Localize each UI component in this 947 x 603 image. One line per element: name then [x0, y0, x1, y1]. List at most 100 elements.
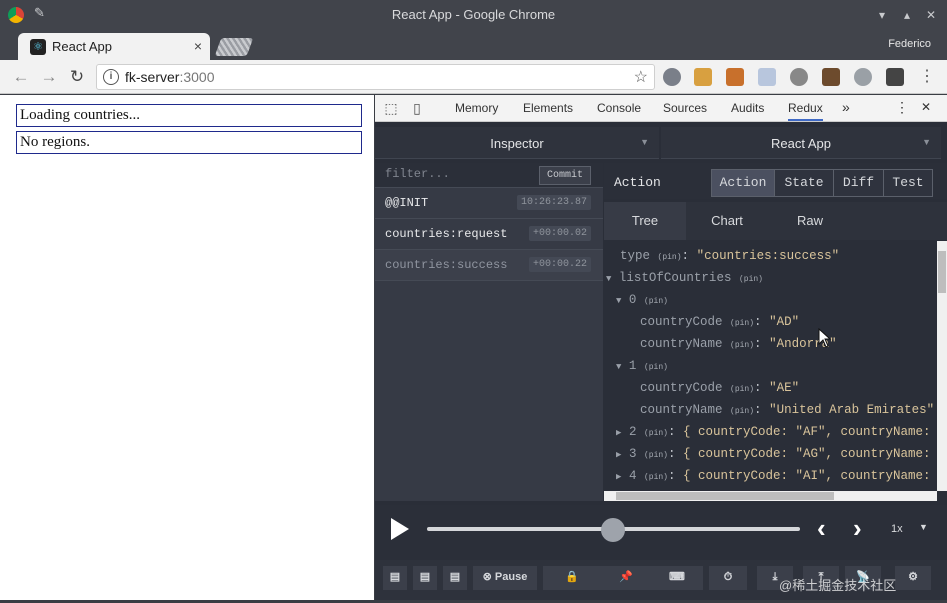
- instance-label: React App: [771, 136, 831, 151]
- tab-action[interactable]: Action: [711, 169, 775, 197]
- slider-monitor: ‹ › 1x ▼: [375, 505, 947, 560]
- tab-audits[interactable]: Audits: [731, 101, 764, 115]
- speed-select[interactable]: 1x ▼: [883, 519, 935, 541]
- tree-row: type (pin): "countries:success": [620, 249, 840, 263]
- play-icon[interactable]: [391, 518, 409, 540]
- next-icon[interactable]: ›: [853, 513, 862, 544]
- tab-test[interactable]: Test: [883, 169, 933, 197]
- tree-row[interactable]: ▼ listOfCountries (pin): [606, 271, 763, 285]
- inspector-tabs: Action Action State Diff Test: [604, 163, 947, 199]
- loading-countries-select[interactable]: Loading countries...: [16, 104, 362, 127]
- chrome-menu-icon[interactable]: ⋮: [918, 68, 936, 86]
- tree-row[interactable]: ▼ 1 (pin): [616, 359, 668, 373]
- monitor-label: Inspector: [490, 136, 544, 151]
- horizontal-scrollbar[interactable]: [604, 491, 937, 501]
- list-item[interactable]: @@INIT 10:26:23.87: [375, 188, 603, 219]
- new-tab-button[interactable]: [214, 38, 254, 56]
- action-list: filter... Commit @@INIT 10:26:23.87 coun…: [375, 163, 603, 501]
- action-time: 10:26:23.87: [516, 195, 591, 210]
- back-arrow-icon[interactable]: ←: [10, 66, 32, 88]
- tab-react-app[interactable]: ⚛ React App ×: [18, 33, 210, 60]
- dispatcher-button[interactable]: ⌨: [651, 566, 703, 590]
- tab-sources[interactable]: Sources: [663, 101, 707, 115]
- tab-memory[interactable]: Memory: [455, 101, 498, 115]
- pause-label: Pause: [494, 571, 528, 583]
- device-toolbar-icon[interactable]: ▯: [409, 100, 425, 116]
- extension-camera-icon[interactable]: [854, 68, 872, 86]
- panel-label: Action: [614, 175, 661, 190]
- action-name: @@INIT: [385, 196, 429, 210]
- caret-right-icon: ▶: [616, 428, 622, 438]
- tree-row[interactable]: ▶ 4 (pin): { countryCode: "AI", countryN…: [616, 469, 937, 483]
- tab-elements[interactable]: Elements: [523, 101, 573, 115]
- tree-row[interactable]: ▶ 2 (pin): { countryCode: "AF", countryN…: [616, 425, 937, 439]
- more-tabs-icon[interactable]: »: [842, 99, 850, 115]
- tree-row: countryCode (pin): "AD": [640, 315, 800, 329]
- forward-arrow-icon[interactable]: →: [38, 66, 60, 88]
- extension-cors-icon[interactable]: [886, 68, 904, 86]
- pause-button[interactable]: ⊗ Pause: [473, 566, 537, 590]
- caret-right-icon: ▶: [616, 450, 622, 460]
- tab-strip: ⚛ React App × Federico: [0, 30, 947, 60]
- tab-state[interactable]: State: [774, 169, 834, 197]
- tab-raw[interactable]: Raw: [769, 202, 851, 240]
- bookmark-star-icon[interactable]: ☆: [634, 67, 648, 87]
- monitor-select[interactable]: Inspector ▼: [375, 127, 659, 159]
- log-monitor-icon[interactable]: ▤: [383, 566, 407, 590]
- pause-icon: ⊗: [482, 571, 492, 583]
- react-icon: ⚛: [30, 39, 46, 55]
- chevron-down-icon: ▼: [640, 137, 649, 147]
- minimize-button[interactable]: ▾: [873, 6, 891, 24]
- instance-select[interactable]: React App ▼: [661, 127, 941, 159]
- filter-bar: filter... Commit: [375, 163, 603, 188]
- commit-button[interactable]: Commit: [539, 166, 591, 185]
- extension-hand-icon[interactable]: [694, 68, 712, 86]
- tab-close-icon[interactable]: ×: [194, 38, 202, 54]
- persist-button[interactable]: 📌: [597, 566, 655, 590]
- action-time: +00:00.22: [528, 257, 591, 272]
- tab-chart[interactable]: Chart: [686, 202, 768, 240]
- vertical-scrollbar[interactable]: [937, 241, 947, 491]
- list-item[interactable]: countries:request +00:00.02: [375, 219, 603, 250]
- extension-picture-icon[interactable]: [822, 68, 840, 86]
- filter-input[interactable]: filter...: [385, 167, 450, 181]
- tree-row[interactable]: ▶ 3 (pin): { countryCode: "AG", countryN…: [616, 447, 937, 461]
- slider-toggle-button[interactable]: ⏱: [709, 566, 747, 590]
- previous-icon[interactable]: ‹: [817, 513, 826, 544]
- list-item[interactable]: countries:success +00:00.22: [375, 250, 603, 281]
- settings-gear-icon[interactable]: ⚙: [895, 566, 931, 590]
- timeline-handle[interactable]: [601, 518, 625, 542]
- browser-toolbar: ← → ↻ i fk-server:3000 ☆ ⋮: [0, 60, 947, 94]
- close-window-button[interactable]: ✕: [922, 6, 940, 24]
- profile-name[interactable]: Federico: [888, 38, 931, 50]
- chart-monitor-icon[interactable]: ▤: [443, 566, 467, 590]
- inspect-element-icon[interactable]: ⬚: [383, 100, 399, 116]
- caret-down-icon: ▼: [616, 296, 622, 306]
- tree-row: countryName (pin): "Andorra": [640, 337, 837, 351]
- extension-dropbox-icon[interactable]: [758, 68, 776, 86]
- speed-value: 1x: [891, 523, 903, 535]
- devtools-close-icon[interactable]: ✕: [921, 100, 931, 114]
- maximize-button[interactable]: ▴: [898, 6, 916, 24]
- tab-diff[interactable]: Diff: [833, 169, 884, 197]
- tab-tree[interactable]: Tree: [604, 202, 686, 240]
- reload-icon[interactable]: ↻: [66, 66, 88, 88]
- inspector-monitor-icon[interactable]: ▤: [413, 566, 437, 590]
- address-bar[interactable]: i fk-server:3000 ☆: [96, 64, 655, 90]
- tree-row[interactable]: ▼ 0 (pin): [616, 293, 668, 307]
- tab-console[interactable]: Console: [597, 101, 641, 115]
- chevron-down-icon: ▼: [919, 522, 928, 532]
- view-tabs: Tree Chart Raw: [604, 202, 947, 240]
- action-time: +00:00.02: [528, 226, 591, 241]
- extension-globe-icon[interactable]: [663, 68, 681, 86]
- scroll-thumb[interactable]: [938, 251, 946, 293]
- tab-redux[interactable]: Redux: [788, 101, 823, 121]
- regions-select[interactable]: No regions.: [16, 131, 362, 154]
- extension-circle-icon[interactable]: [790, 68, 808, 86]
- chevron-down-icon: ▼: [922, 137, 931, 147]
- info-icon[interactable]: i: [103, 69, 119, 85]
- devtools-menu-icon[interactable]: ⋮: [895, 99, 909, 116]
- lock-button[interactable]: 🔒: [543, 566, 601, 590]
- extension-mail-icon[interactable]: [726, 68, 744, 86]
- scroll-thumb[interactable]: [616, 492, 834, 500]
